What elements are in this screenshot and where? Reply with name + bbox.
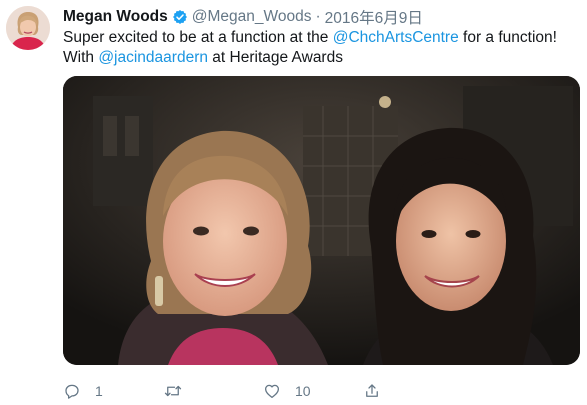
tweet-text: Super excited to be at a function at the…: [63, 28, 578, 68]
like-icon: [263, 382, 281, 400]
author-handle[interactable]: @Megan_Woods: [192, 8, 312, 26]
mention-link[interactable]: @ChchArtsCentre: [333, 29, 459, 46]
like-button[interactable]: 10: [263, 382, 363, 400]
avatar[interactable]: [6, 6, 50, 50]
retweet-button[interactable]: [163, 382, 263, 400]
tweet-text-part: at Heritage Awards: [207, 49, 343, 66]
tweet-text-part: Super excited to be at a function at the: [63, 29, 333, 46]
tweet-actions: 1 10: [63, 381, 573, 401]
tweet-date[interactable]: 2016年6月9日: [325, 6, 423, 28]
author-name[interactable]: Megan Woods: [63, 8, 168, 26]
reply-count: 1: [95, 383, 103, 399]
like-count: 10: [295, 383, 311, 399]
share-icon: [363, 382, 381, 400]
verified-badge-icon: [172, 9, 188, 25]
share-button[interactable]: [363, 382, 463, 400]
tweet-card[interactable]: Megan Woods @Megan_Woods · 2016年6月9日 Sup…: [0, 0, 587, 405]
separator-dot: ·: [315, 8, 321, 25]
tweet-header: Megan Woods @Megan_Woods · 2016年6月9日: [63, 6, 423, 28]
reply-button[interactable]: 1: [63, 382, 163, 400]
tweet-photo[interactable]: [63, 76, 580, 365]
reply-icon: [63, 382, 81, 400]
retweet-icon: [163, 382, 183, 400]
mention-link[interactable]: @jacindaardern: [98, 49, 208, 66]
